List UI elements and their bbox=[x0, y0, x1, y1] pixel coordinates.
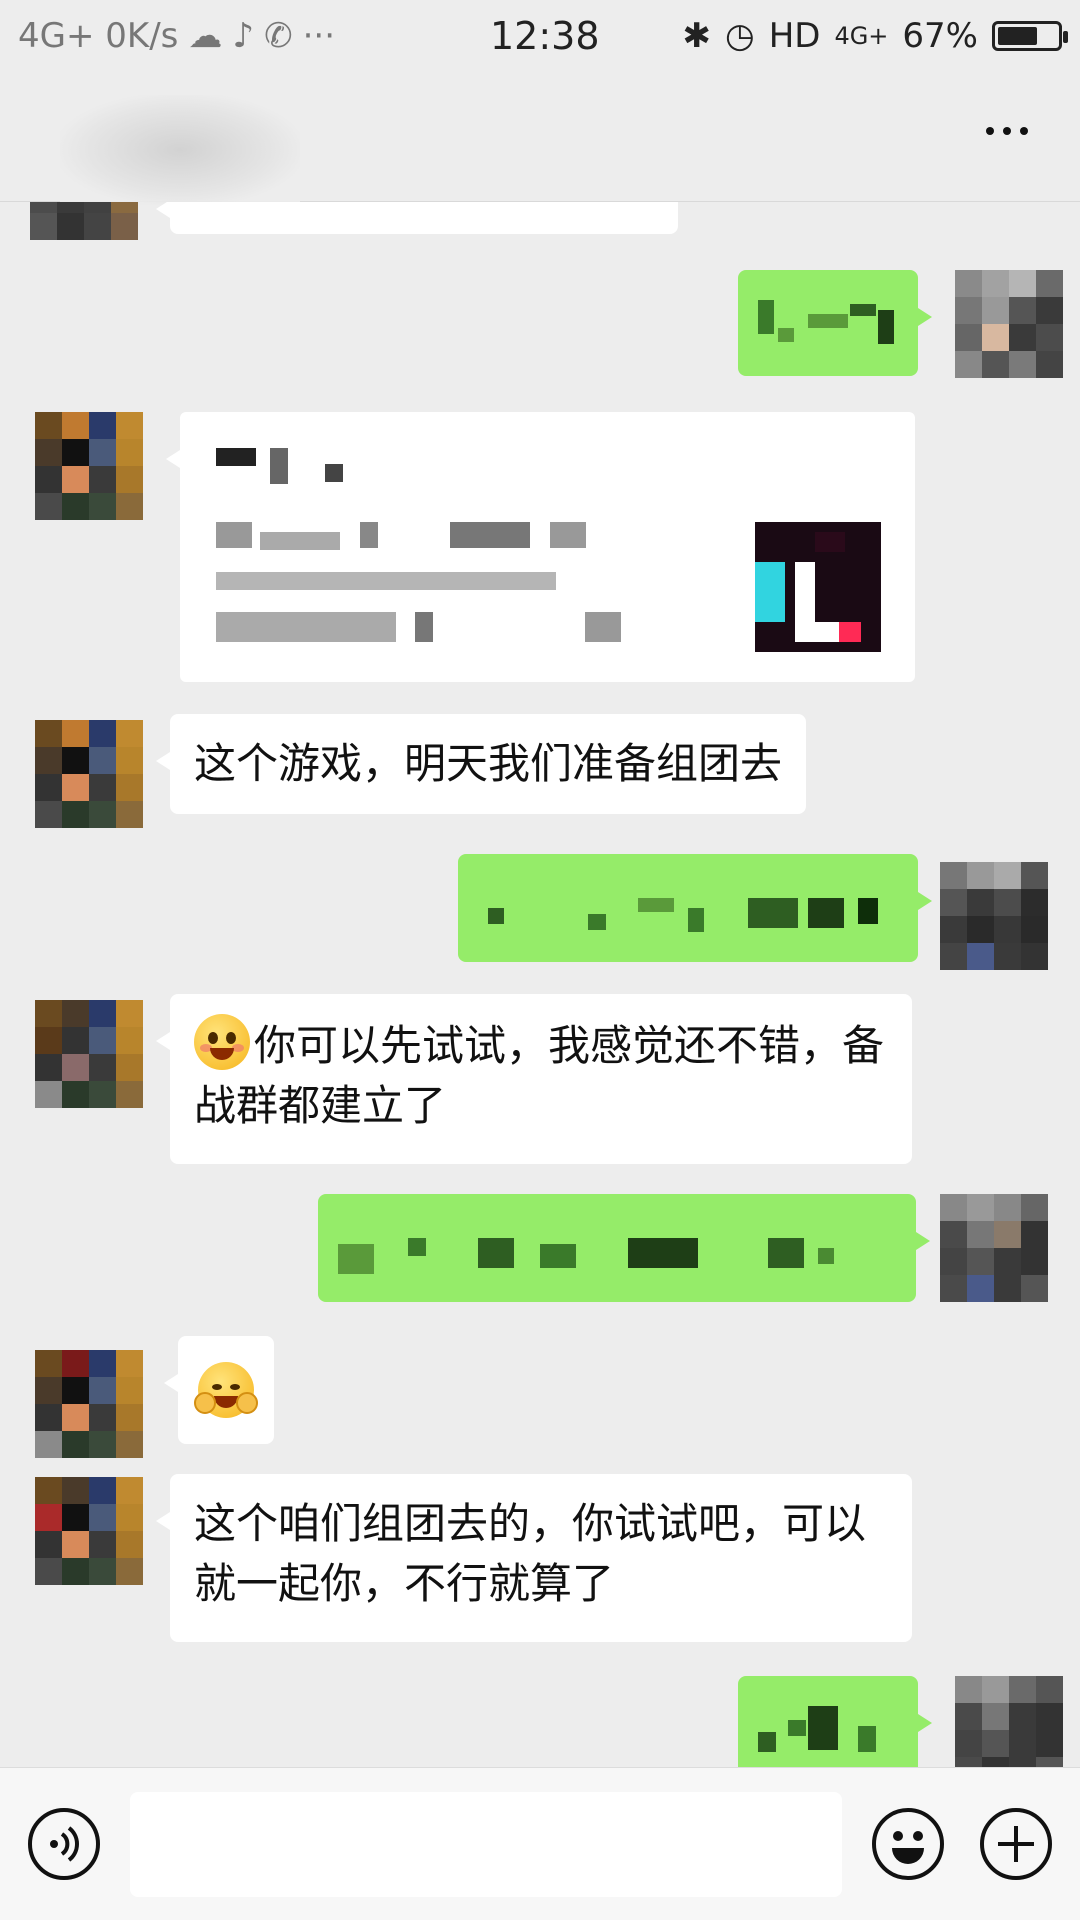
emoji-icon[interactable] bbox=[872, 1808, 944, 1880]
avatar[interactable] bbox=[35, 412, 143, 520]
shared-link-card[interactable] bbox=[166, 412, 915, 682]
message-bubble[interactable] bbox=[164, 1336, 274, 1444]
hd-label: HD bbox=[768, 16, 821, 56]
status-left: 4G+ 0K/s ☁ ♪ ✆ ··· bbox=[18, 16, 335, 56]
message-text: 这个游戏，明天我们准备组团去 bbox=[194, 739, 783, 788]
message-text: 这个咱们组团去的，你试试吧，可以就一起你，不行就算了 bbox=[194, 1499, 867, 1608]
phone-icon: ✆ bbox=[264, 16, 293, 56]
avatar-self[interactable] bbox=[940, 1194, 1048, 1302]
message-list[interactable]: 这个游戏，明天我们准备组团去 你可以先试试，我感觉还不错，备战群都建立了 这个咱… bbox=[0, 202, 1080, 1767]
overflow-icon: ··· bbox=[302, 16, 336, 56]
avatar[interactable] bbox=[35, 720, 143, 828]
message-bubble-redacted[interactable] bbox=[156, 202, 678, 234]
battery-level bbox=[998, 27, 1037, 45]
cloud-icon: ☁ bbox=[188, 16, 223, 56]
chat-header bbox=[0, 75, 1080, 205]
more-dots-icon[interactable] bbox=[986, 127, 1028, 135]
chat-title-redacted bbox=[60, 95, 300, 205]
avatar[interactable] bbox=[35, 1350, 143, 1458]
alarm-icon: ◷ bbox=[725, 16, 755, 56]
message-input[interactable] bbox=[130, 1792, 842, 1897]
voice-icon[interactable] bbox=[28, 1808, 100, 1880]
message-bubble[interactable]: 这个咱们组团去的，你试试吧，可以就一起你，不行就算了 bbox=[156, 1474, 912, 1642]
message-bubble-redacted[interactable] bbox=[458, 854, 932, 962]
status-bar: 4G+ 0K/s ☁ ♪ ✆ ··· 12:38 ✱ ◷ HD 4G+ 67% bbox=[0, 0, 1080, 75]
network-type: 4G+ bbox=[834, 22, 889, 50]
bluetooth-icon: ✱ bbox=[682, 16, 712, 56]
avatar[interactable] bbox=[35, 1477, 143, 1585]
message-bubble-redacted[interactable] bbox=[738, 1676, 932, 1767]
battery-percent: 67% bbox=[902, 16, 978, 56]
avatar-self[interactable] bbox=[955, 270, 1063, 378]
facepalm-laugh-emoji-icon bbox=[194, 1362, 258, 1418]
avatar-self[interactable] bbox=[955, 1676, 1063, 1767]
add-icon[interactable] bbox=[980, 1808, 1052, 1880]
message-bubble[interactable]: 这个游戏，明天我们准备组团去 bbox=[155, 714, 807, 814]
avatar[interactable] bbox=[35, 1000, 143, 1108]
message-text: 你可以先试试，我感觉还不错，备战群都建立了 bbox=[194, 1021, 885, 1130]
status-right: ✱ ◷ HD 4G+ 67% bbox=[682, 16, 1068, 56]
battery-icon bbox=[992, 21, 1068, 51]
message-bubble-redacted[interactable] bbox=[318, 1194, 930, 1302]
grin-emoji-icon bbox=[194, 1014, 250, 1070]
message-bubble[interactable]: 你可以先试试，我感觉还不错，备战群都建立了 bbox=[156, 994, 912, 1164]
network-speed: 4G+ 0K/s bbox=[18, 16, 179, 56]
notification-icon: ♪ bbox=[232, 16, 255, 56]
tiktok-thumbnail bbox=[755, 522, 881, 652]
avatar-self[interactable] bbox=[940, 862, 1048, 970]
input-bar bbox=[0, 1767, 1080, 1920]
message-bubble-redacted[interactable] bbox=[738, 270, 932, 376]
avatar[interactable] bbox=[30, 202, 138, 240]
status-time: 12:38 bbox=[490, 14, 600, 58]
